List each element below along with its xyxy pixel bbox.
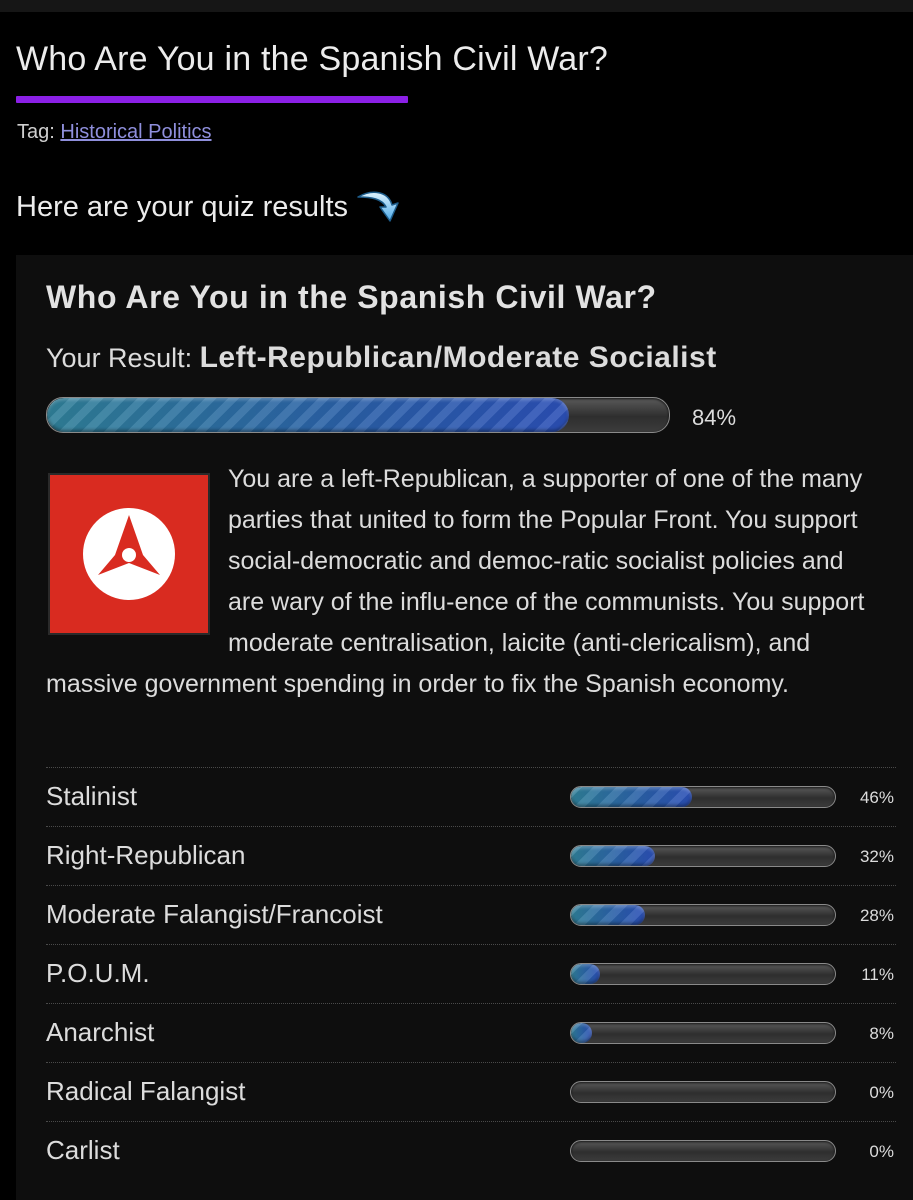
title-underline [16,96,408,103]
result-row-bar [570,1022,836,1044]
result-row-percent: 32% [859,847,894,866]
tag-link[interactable]: Historical Politics [60,121,211,143]
result-row: Anarchist 8% [46,1003,896,1062]
other-results-list: Stalinist 46% Right-Republican 32% Moderate … [46,767,896,1180]
result-row-percent: 46% [859,788,894,807]
result-name: Left-Republican/Moderate Socialist [199,341,717,374]
emblem-spacer [46,459,228,657]
your-result-line: Your Result: Left-Republican/Moderate So… [46,341,717,375]
result-row-label: Carlist [46,1135,120,1165]
result-card-title: Who Are You in the Spanish Civil War? [46,279,657,315]
result-row-bar [570,786,836,808]
main-result-bar [46,397,670,433]
result-row-label: Radical Falangist [46,1076,246,1106]
result-row-bar-fill [571,1023,593,1043]
result-row-bar [570,1081,836,1103]
result-row-bar-fill [571,905,645,925]
result-description: You are a left-Republican, a supporter o… [46,459,876,705]
results-intro-text: Here are your quiz results [16,190,349,223]
result-row: Right-Republican 32% [46,826,896,885]
result-row-label: Stalinist [46,781,138,811]
result-row: Carlist 0% [46,1121,896,1180]
result-row: Moderate Falangist/Francoist 28% [46,885,896,944]
result-row-bar [570,904,836,926]
result-row-percent: 8% [869,1024,894,1043]
result-row-percent: 28% [859,906,894,925]
curved-arrow-down-icon [357,191,399,222]
result-row-label: Anarchist [46,1017,155,1047]
result-row-bar [570,1140,836,1162]
result-row-bar [570,845,836,867]
result-row-bar-fill [571,787,693,807]
top-bar [0,0,913,12]
result-prefix: Your Result: [46,343,193,373]
result-row-bar-fill [571,846,656,866]
result-row-bar-fill [571,964,601,984]
result-row-percent: 0% [869,1083,894,1102]
result-row: Stalinist 46% [46,767,896,826]
main-result-percent: 84% [692,405,737,430]
results-intro: Here are your quiz results [16,185,404,229]
result-row-label: P.O.U.M. [46,958,150,988]
result-row: Radical Falangist 0% [46,1062,896,1121]
result-card: Who Are You in the Spanish Civil War? Yo… [16,255,913,1200]
result-row-bar [570,963,836,985]
result-row-label: Moderate Falangist/Francoist [46,899,383,929]
main-result-bar-fill [47,398,570,432]
tag-line: Tag: Historical Politics [17,121,212,144]
result-row-percent: 0% [869,1142,894,1161]
result-row-percent: 11% [861,965,894,984]
page-title: Who Are You in the Spanish Civil War? [16,40,609,78]
tag-label: Tag: [17,121,55,143]
result-row: P.O.U.M. 11% [46,944,896,1003]
result-row-label: Right-Republican [46,840,246,870]
